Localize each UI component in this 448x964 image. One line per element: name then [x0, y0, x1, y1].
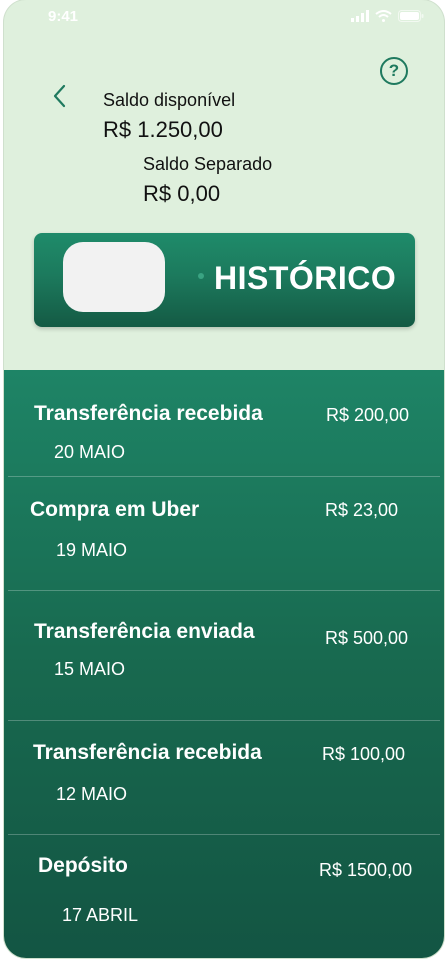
transaction-date: 12 MAIO — [56, 784, 128, 804]
wifi-icon — [375, 10, 392, 22]
separate-balance-value: R$ 0,00 — [143, 181, 221, 206]
transaction-date: 15 MAIO — [54, 659, 126, 679]
phone-screen: 9:41 ? Saldo disponível R$ 1.250,00 Sald… — [4, 0, 444, 958]
status-time: 9:41 — [48, 8, 79, 25]
transaction-amount: R$ 1500,00 — [319, 860, 413, 880]
transaction-amount: R$ 100,00 — [322, 744, 406, 764]
transaction-title: Transferência enviada — [34, 620, 255, 643]
back-arrow-icon[interactable] — [48, 82, 70, 110]
toggle-dot — [198, 273, 204, 279]
toggle-knob[interactable] — [63, 242, 165, 312]
transaction-title: Depósito — [38, 854, 128, 877]
transaction-amount: R$ 23,00 — [325, 500, 399, 520]
available-balance-label: Saldo disponível — [103, 90, 236, 110]
transaction-amount: R$ 500,00 — [325, 628, 409, 648]
battery-icon — [398, 10, 424, 22]
transaction-list: Transferência recebida R$ 200,00 20 MAIO… — [4, 370, 444, 958]
available-balance-value: R$ 1.250,00 — [103, 117, 223, 142]
transaction-title: Transferência recebida — [33, 741, 262, 764]
transaction-amount: R$ 200,00 — [326, 405, 410, 425]
transaction-item[interactable]: Transferência recebida R$ 100,00 12 MAIO — [4, 721, 444, 834]
status-icons — [351, 10, 424, 22]
help-icon[interactable]: ? — [380, 57, 408, 85]
transaction-title: Transferência recebida — [34, 402, 263, 425]
transaction-date: 20 MAIO — [54, 442, 126, 462]
transaction-date: 19 MAIO — [56, 540, 128, 560]
status-bar: 9:41 — [4, 0, 444, 34]
history-toggle[interactable]: HISTÓRICO — [34, 233, 415, 327]
separate-balance-label: Saldo Separado — [143, 154, 273, 174]
transaction-title: Compra em Uber — [30, 498, 200, 521]
transaction-item[interactable]: Transferência recebida R$ 200,00 20 MAIO — [4, 370, 444, 476]
transaction-item[interactable]: Depósito R$ 1500,00 17 ABRIL — [4, 835, 444, 958]
transaction-item[interactable]: Compra em Uber R$ 23,00 19 MAIO — [4, 477, 444, 590]
signal-icon — [351, 10, 369, 22]
transaction-item[interactable]: Transferência enviada R$ 500,00 15 MAIO — [4, 591, 444, 720]
transaction-date: 17 ABRIL — [62, 905, 139, 925]
history-toggle-label: HISTÓRICO — [214, 260, 397, 296]
